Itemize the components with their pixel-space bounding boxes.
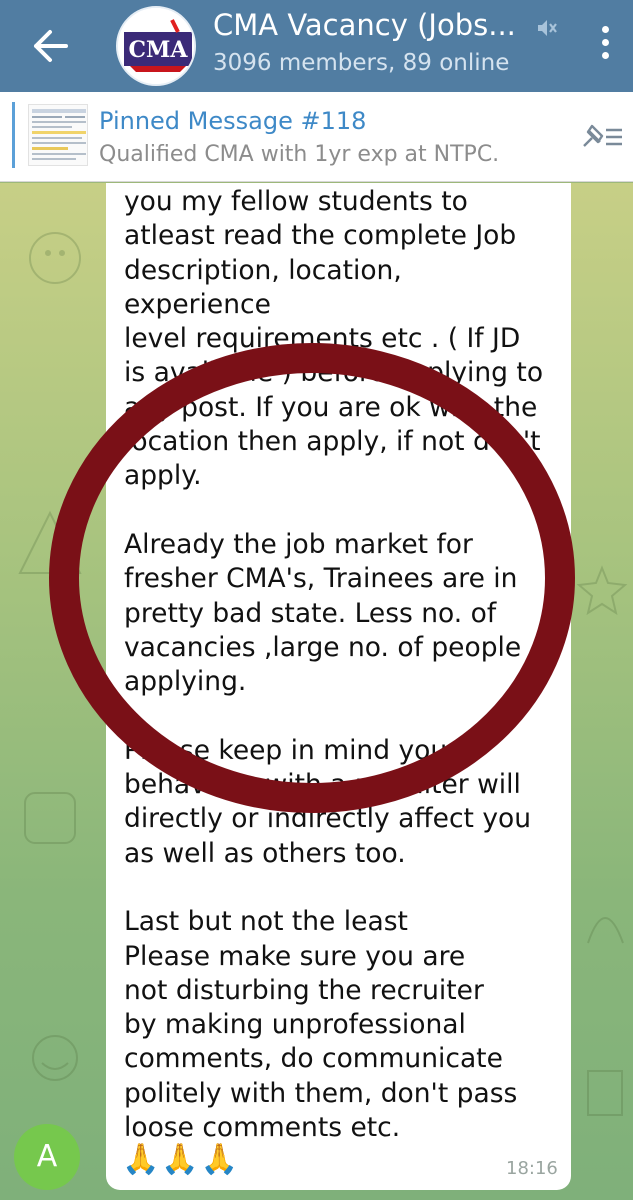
pinned-preview: Qualified CMA with 1yr exp at NTPC. — [99, 142, 500, 167]
doodle-icon — [576, 565, 628, 616]
pinned-accent-line — [12, 102, 15, 168]
pinned-list-icon[interactable] — [578, 116, 626, 156]
doodle-icon — [587, 1070, 623, 1116]
doodle-icon — [18, 510, 82, 574]
message-time: 18:16 — [506, 1158, 558, 1179]
group-avatar[interactable]: CMA — [116, 6, 196, 86]
doodle-icon — [587, 917, 624, 944]
message-emoji: 🙏🙏🙏 — [122, 1142, 241, 1177]
back-arrow-icon[interactable] — [28, 26, 72, 66]
more-menu-icon[interactable] — [594, 26, 616, 66]
doodle-icon — [32, 1035, 78, 1081]
member-count: 3096 members, 89 online — [213, 50, 510, 76]
sender-avatar[interactable]: A — [14, 1124, 80, 1190]
pinned-thumbnail — [28, 104, 88, 166]
group-avatar-text: CMA — [129, 37, 189, 63]
pinned-title: Pinned Message #118 — [99, 107, 367, 135]
chat-title[interactable]: CMA Vacancy (Jobs... — [213, 8, 516, 42]
message-text: you my fellow students to atleast read t… — [124, 186, 544, 1144]
muted-icon — [538, 20, 557, 36]
pinned-message-bar[interactable]: Pinned Message #118 Qualified CMA with 1… — [0, 92, 633, 182]
doodle-icon — [24, 792, 76, 844]
chat-header: CMA CMA Vacancy (Jobs... 3096 members, 8… — [0, 0, 633, 92]
doodle-icon — [29, 232, 81, 284]
